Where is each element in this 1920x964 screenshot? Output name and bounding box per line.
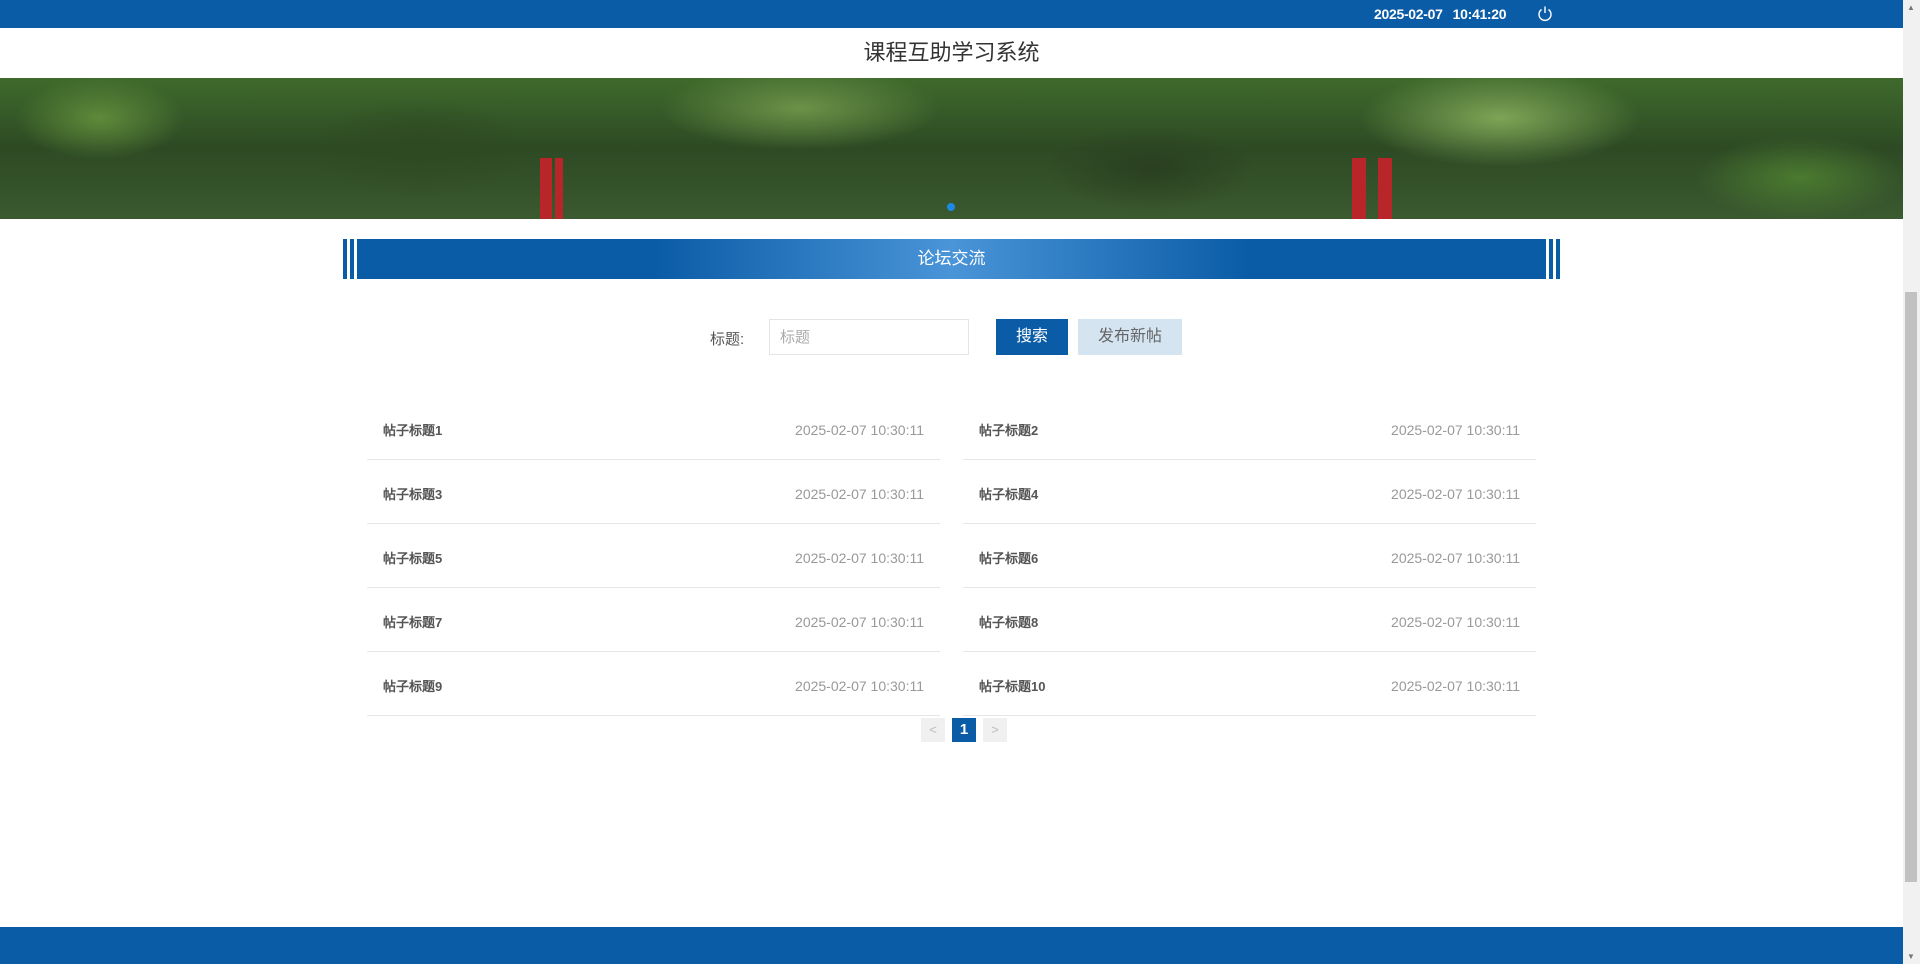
post-title[interactable]: 帖子标题6 [979,548,1038,567]
date-text: 2025-02-07 [1374,6,1443,22]
post-time: 2025-02-07 10:30:11 [1391,485,1520,502]
post-item[interactable]: 帖子标题7 2025-02-07 10:30:11 [367,588,940,652]
pagination: < 1 > [921,718,1007,742]
clock: 2025-02-07 10:41:20 [1374,6,1516,22]
post-time: 2025-02-07 10:30:11 [1391,549,1520,566]
post-title[interactable]: 帖子标题5 [383,548,442,567]
site-title: 课程互助学习系统 [863,40,1040,65]
title-search-input[interactable] [769,319,969,355]
post-item[interactable]: 帖子标题1 2025-02-07 10:30:11 [367,396,940,460]
footer [0,927,1903,964]
post-title[interactable]: 帖子标题2 [979,420,1038,439]
post-title[interactable]: 帖子标题1 [383,420,442,439]
scrollbar-thumb[interactable] [1905,292,1917,882]
post-time: 2025-02-07 10:30:11 [795,485,924,502]
post-time: 2025-02-07 10:30:11 [1391,421,1520,438]
time-text: 10:41:20 [1452,6,1507,22]
banner-carousel[interactable] [0,78,1903,219]
scroll-up-icon[interactable]: ▲ [1907,3,1915,12]
post-title[interactable]: 帖子标题3 [383,484,442,503]
scroll-down-icon[interactable]: ▼ [1907,952,1915,961]
next-page-button[interactable]: > [983,718,1007,742]
post-list: 帖子标题1 2025-02-07 10:30:11 帖子标题2 2025-02-07 … [367,396,1536,716]
post-item[interactable]: 帖子标题3 2025-02-07 10:30:11 [367,460,940,524]
title-label: 标题: [710,331,745,348]
post-title[interactable]: 帖子标题7 [383,612,442,631]
carousel-indicator[interactable] [947,203,955,211]
post-item[interactable]: 帖子标题2 2025-02-07 10:30:11 [963,396,1536,460]
section-header: 论坛交流 [343,239,1560,279]
search-button[interactable]: 搜索 [996,319,1068,355]
post-title[interactable]: 帖子标题8 [979,612,1038,631]
post-item[interactable]: 帖子标题9 2025-02-07 10:30:11 [367,652,940,716]
prev-page-button[interactable]: < [921,718,945,742]
publish-post-button[interactable]: 发布新帖 [1078,319,1182,355]
post-item[interactable]: 帖子标题5 2025-02-07 10:30:11 [367,524,940,588]
post-item[interactable]: 帖子标题6 2025-02-07 10:30:11 [963,524,1536,588]
post-time: 2025-02-07 10:30:11 [1391,677,1520,694]
post-time: 2025-02-07 10:30:11 [795,421,924,438]
post-time: 2025-02-07 10:30:11 [795,677,924,694]
post-title[interactable]: 帖子标题9 [383,676,442,695]
post-item[interactable]: 帖子标题4 2025-02-07 10:30:11 [963,460,1536,524]
top-bar: 2025-02-07 10:41:20 [0,0,1903,28]
power-icon[interactable] [1536,5,1554,23]
post-time: 2025-02-07 10:30:11 [795,549,924,566]
section-title: 论坛交流 [357,239,1546,279]
post-item[interactable]: 帖子标题8 2025-02-07 10:30:11 [963,588,1536,652]
post-time: 2025-02-07 10:30:11 [1391,613,1520,630]
post-title[interactable]: 帖子标题10 [979,676,1045,695]
post-item[interactable]: 帖子标题10 2025-02-07 10:30:11 [963,652,1536,716]
post-title[interactable]: 帖子标题4 [979,484,1038,503]
post-time: 2025-02-07 10:30:11 [795,613,924,630]
page-1-button[interactable]: 1 [952,718,976,742]
